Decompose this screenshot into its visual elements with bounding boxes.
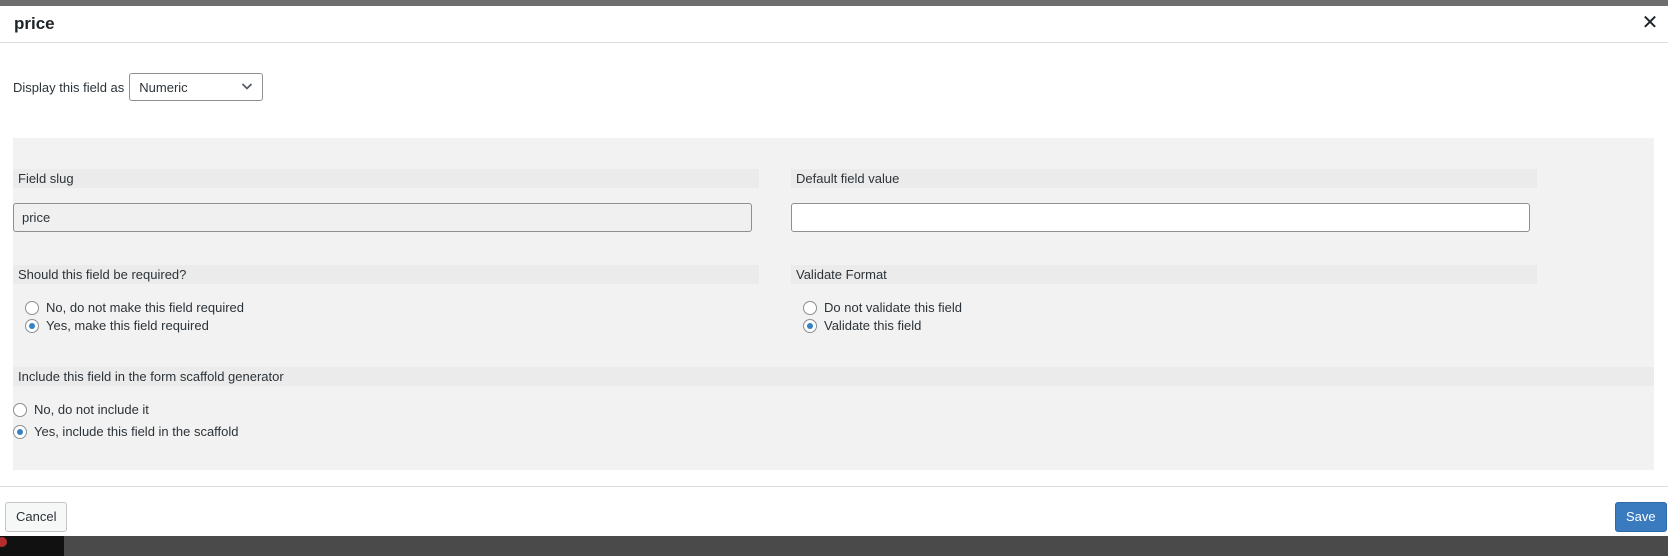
required-option-yes-label: Yes, make this field required — [46, 318, 209, 333]
display-as-row: Display this field as Numeric — [13, 72, 264, 102]
modal-header: price ✕ — [0, 6, 1668, 43]
background-sidebar — [0, 536, 64, 556]
radio-button[interactable] — [803, 318, 817, 333]
default-value-heading: Default field value — [791, 169, 1537, 188]
validate-option-no[interactable]: Do not validate this field — [803, 298, 962, 317]
field-slug-heading: Field slug — [13, 169, 759, 188]
validate-format-heading: Validate Format — [791, 265, 1537, 284]
validate-option-yes[interactable]: Validate this field — [803, 316, 921, 335]
field-slug-input[interactable]: price — [13, 203, 752, 232]
close-icon[interactable]: ✕ — [1640, 13, 1660, 33]
background-page-edge — [1668, 0, 1676, 556]
scaffold-option-yes-label: Yes, include this field in the scaffold — [34, 424, 239, 439]
display-as-selected-value: Numeric — [139, 80, 188, 95]
scaffold-heading: Include this field in the form scaffold … — [13, 367, 1654, 386]
cancel-button[interactable]: Cancel — [5, 502, 68, 532]
display-as-label: Display this field as — [13, 79, 125, 95]
display-as-select[interactable]: Numeric — [129, 73, 264, 101]
field-options-panel: Field slug price Default field value Sho… — [13, 138, 1654, 470]
required-option-yes[interactable]: Yes, make this field required — [25, 316, 209, 335]
required-option-no[interactable]: No, do not make this field required — [25, 298, 244, 317]
required-heading: Should this field be required? — [13, 265, 759, 284]
modal-title: price — [14, 14, 55, 33]
field-settings-modal: price ✕ Display this field as Numeric Fi… — [0, 6, 1668, 536]
default-value-input[interactable] — [791, 203, 1530, 232]
radio-button[interactable] — [803, 300, 817, 315]
required-option-no-label: No, do not make this field required — [46, 300, 244, 315]
scaffold-option-yes[interactable]: Yes, include this field in the scaffold — [13, 422, 239, 441]
scaffold-option-no[interactable]: No, do not include it — [13, 400, 149, 419]
chevron-down-icon — [242, 83, 253, 90]
radio-button[interactable] — [13, 402, 27, 417]
radio-button[interactable] — [25, 300, 39, 315]
scaffold-option-no-label: No, do not include it — [34, 402, 149, 417]
radio-button[interactable] — [25, 318, 39, 333]
save-button[interactable]: Save — [1615, 502, 1667, 532]
validate-option-yes-label: Validate this field — [824, 318, 922, 333]
validate-option-no-label: Do not validate this field — [824, 300, 963, 315]
modal-footer: Cancel Save — [0, 486, 1668, 536]
radio-button[interactable] — [13, 424, 27, 439]
